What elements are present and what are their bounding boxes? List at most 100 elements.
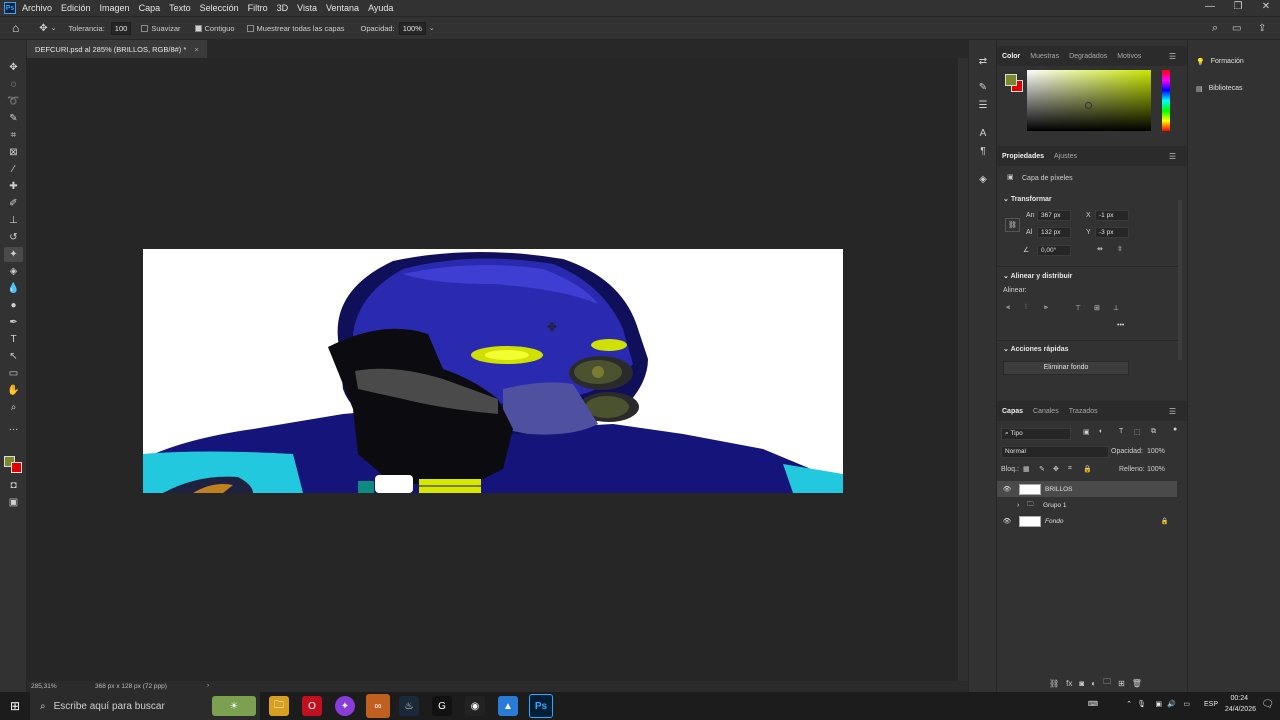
type-tool-icon[interactable]: T bbox=[4, 332, 23, 347]
smooth-checkbox[interactable] bbox=[141, 24, 149, 32]
height-input[interactable]: 132 px bbox=[1037, 227, 1071, 238]
new-layer-icon[interactable]: ⊞ bbox=[1118, 679, 1125, 688]
hue-slider[interactable] bbox=[1162, 70, 1170, 131]
notifications-icon[interactable]: 🗨 bbox=[1261, 699, 1274, 710]
quick-select-tool-icon[interactable]: ✎ bbox=[4, 111, 23, 126]
opera-icon[interactable]: O bbox=[302, 696, 322, 716]
layer-style-icon[interactable]: fx bbox=[1066, 679, 1072, 688]
blur-tool-icon[interactable]: 💧 bbox=[4, 281, 23, 296]
menu-filtro[interactable]: Filtro bbox=[248, 3, 268, 13]
panel-menu-icon[interactable]: ☰ bbox=[1164, 152, 1181, 161]
search-icon[interactable]: ⌕ bbox=[1212, 22, 1218, 35]
crop-tool-icon[interactable]: ⌗ bbox=[4, 128, 23, 143]
tab-motivos[interactable]: Motivos bbox=[1112, 53, 1146, 60]
visibility-eye-icon[interactable]: 👁 bbox=[997, 517, 1017, 525]
history-panel-icon[interactable]: ⇄ bbox=[976, 56, 990, 70]
language-indicator[interactable]: ESP bbox=[1204, 701, 1218, 708]
zoom-tool-icon[interactable]: ⌕ bbox=[4, 400, 23, 415]
transform-section-toggle[interactable]: ⌄ Transformar bbox=[1003, 195, 1052, 203]
lock-position-icon[interactable]: ✥ bbox=[1053, 465, 1059, 473]
layer-filter-select[interactable]: ⌕ Tipo bbox=[1001, 428, 1071, 440]
tab-muestras[interactable]: Muestras bbox=[1025, 53, 1064, 60]
3d-panel-icon[interactable]: ◈ bbox=[976, 174, 990, 188]
move-tool-icon[interactable]: ✥ bbox=[4, 60, 23, 75]
align-bottom-icon[interactable]: ⊥ bbox=[1113, 304, 1119, 312]
menu-imagen[interactable]: Imagen bbox=[100, 3, 130, 13]
properties-scrollbar[interactable] bbox=[1178, 200, 1182, 360]
workspace-icon[interactable]: ▭ bbox=[1232, 23, 1241, 34]
tab-canales[interactable]: Canales bbox=[1028, 408, 1064, 415]
marquee-tool-icon[interactable]: ◌ bbox=[4, 77, 23, 92]
menu-texto[interactable]: Texto bbox=[169, 3, 191, 13]
background-color-swatch[interactable] bbox=[11, 462, 22, 473]
path-select-tool-icon[interactable]: ↖ bbox=[4, 349, 23, 364]
layer-row-fondo[interactable]: 👁 Fondo 🔒 bbox=[997, 513, 1177, 529]
foreground-swatch[interactable] bbox=[1005, 74, 1017, 86]
home-icon[interactable]: ⌂ bbox=[12, 21, 19, 35]
chevron-down-icon[interactable]: ⌄ bbox=[429, 24, 435, 32]
brush-settings-icon[interactable]: ✎ bbox=[976, 82, 990, 96]
weather-widget-icon[interactable]: ☀ bbox=[212, 696, 256, 716]
panel-menu-icon[interactable]: ☰ bbox=[1164, 52, 1181, 61]
more-options-icon[interactable]: ••• bbox=[1117, 322, 1124, 329]
eyedropper-tool-icon[interactable]: ⁄ bbox=[4, 162, 23, 177]
dodge-tool-icon[interactable]: ● bbox=[4, 298, 23, 313]
panel-menu-icon[interactable]: ☰ bbox=[1164, 407, 1181, 416]
align-center-h-icon[interactable]: ⫶ bbox=[1025, 304, 1027, 312]
tab-capas[interactable]: Capas bbox=[997, 408, 1028, 415]
lock-transparent-icon[interactable]: ▦ bbox=[1023, 465, 1030, 473]
chevron-right-icon[interactable]: › bbox=[1017, 502, 1027, 509]
menu-3d[interactable]: 3D bbox=[277, 3, 289, 13]
flip-vertical-icon[interactable]: ⇳ bbox=[1117, 245, 1123, 253]
fill-value[interactable]: 100% bbox=[1147, 466, 1165, 473]
clone-stamp-tool-icon[interactable]: ⊥ bbox=[4, 213, 23, 228]
frame-tool-icon[interactable]: ⊠ bbox=[4, 145, 23, 160]
chevron-down-icon[interactable]: ⌄ bbox=[51, 24, 57, 32]
hand-tool-icon[interactable]: ✋ bbox=[4, 383, 23, 398]
formacion-item[interactable]: 💡 Formación bbox=[1196, 58, 1244, 66]
clock-time[interactable]: 00:24 bbox=[1230, 695, 1248, 702]
battery-icon[interactable]: ▭ bbox=[1183, 700, 1190, 708]
tolerance-input[interactable]: 100 bbox=[110, 21, 132, 35]
clock-date[interactable]: 24/4/2026 bbox=[1225, 706, 1256, 713]
paint-bucket-tool-icon[interactable]: ◈ bbox=[4, 264, 23, 279]
align-right-icon[interactable]: ⫸ bbox=[1044, 304, 1048, 312]
close-tab-icon[interactable]: × bbox=[194, 45, 198, 54]
tab-color[interactable]: Color bbox=[997, 53, 1025, 60]
canvas-area[interactable]: ✥ bbox=[27, 58, 958, 681]
character-panel-icon[interactable]: A bbox=[976, 128, 990, 142]
share-icon[interactable]: ⇪ bbox=[1258, 23, 1266, 34]
link-layers-icon[interactable]: ⛓ bbox=[1049, 679, 1059, 688]
tab-degradados[interactable]: Degradados bbox=[1064, 53, 1112, 60]
width-input[interactable]: 367 px bbox=[1037, 210, 1071, 221]
filter-toggle-icon[interactable]: ● bbox=[1173, 426, 1177, 433]
paragraph-panel-icon[interactable]: ¶ bbox=[976, 146, 990, 160]
github-icon[interactable]: ◉ bbox=[465, 696, 485, 716]
add-mask-icon[interactable]: ◙ bbox=[1079, 679, 1084, 688]
screen-mode-icon[interactable]: ▣ bbox=[4, 495, 23, 510]
network-icon[interactable]: ▣ bbox=[1155, 700, 1162, 708]
microphone-icon[interactable]: 🎙 bbox=[1137, 700, 1146, 708]
align-left-icon[interactable]: ⫷ bbox=[1006, 304, 1010, 312]
opacity-input[interactable]: 100% bbox=[398, 21, 426, 35]
zoom-level[interactable]: 285,31% bbox=[31, 683, 57, 690]
filter-adjustment-icon[interactable]: ◐ bbox=[1099, 428, 1103, 435]
meta-app-icon[interactable]: ∞ bbox=[366, 694, 390, 718]
flip-horizontal-icon[interactable]: ⇹ bbox=[1097, 245, 1103, 253]
menu-ventana[interactable]: Ventana bbox=[326, 3, 359, 13]
menu-capa[interactable]: Capa bbox=[139, 3, 161, 13]
delete-layer-icon[interactable]: 🗑 bbox=[1132, 679, 1142, 688]
new-adjustment-icon[interactable]: ◐ bbox=[1091, 679, 1096, 688]
photoshop-taskbar-icon[interactable]: Ps bbox=[529, 694, 553, 718]
filter-shape-icon[interactable]: ⬚ bbox=[1134, 428, 1141, 436]
filter-type-icon[interactable]: T bbox=[1119, 428, 1123, 435]
tab-propiedades[interactable]: Propiedades bbox=[997, 153, 1049, 160]
menu-vista[interactable]: Vista bbox=[297, 3, 317, 13]
quick-actions-toggle[interactable]: ⌄ Acciones rápidas bbox=[1003, 345, 1069, 353]
adjust-panel-icon[interactable]: ☰ bbox=[976, 100, 990, 114]
magic-eraser-preset-icon[interactable]: ✥ bbox=[39, 23, 47, 34]
filter-pixel-icon[interactable]: ▣ bbox=[1083, 428, 1090, 436]
vertical-scrollbar[interactable] bbox=[958, 58, 968, 681]
menu-edicion[interactable]: Edición bbox=[61, 3, 91, 13]
visibility-eye-icon[interactable]: 👁 bbox=[997, 485, 1017, 493]
